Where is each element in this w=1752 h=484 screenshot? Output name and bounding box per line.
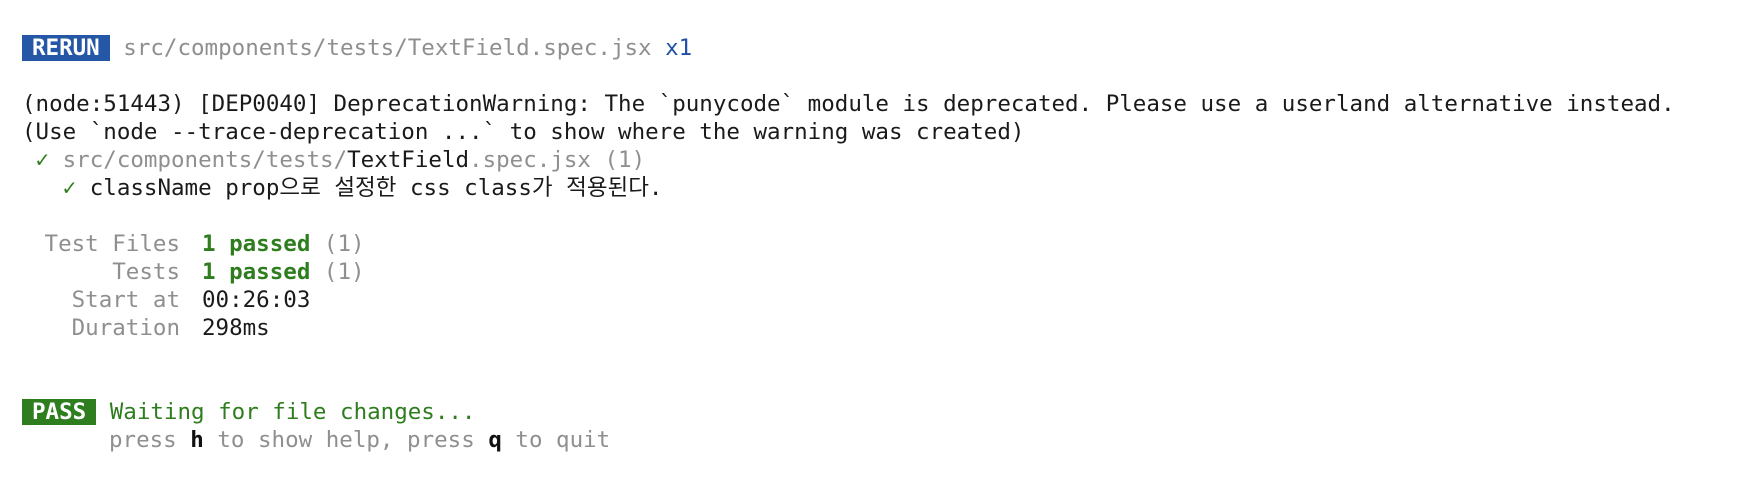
summary-value: 1 passed (1): [202, 230, 365, 258]
check-icon: ✓: [62, 175, 77, 201]
suite-file-name: TextField: [347, 147, 470, 173]
suite-file-ext: .spec.jsx: [469, 147, 591, 173]
quit-key-q: q: [488, 427, 502, 453]
passed-count: 1 passed: [202, 259, 311, 285]
summary-tests: Tests 1 passed (1): [22, 258, 1742, 286]
test-case-line: ✓ className prop으로 설정한 css class가 적용된다.: [22, 174, 1742, 202]
summary-duration: Duration 298ms: [22, 314, 1742, 342]
deprecation-warning-line: (node:51443) [DEP0040] DeprecationWarnin…: [22, 91, 1675, 117]
rerun-count: x1: [665, 35, 693, 61]
suite-path-dir: src/components/tests/: [62, 147, 348, 173]
rerun-line: RERUN src/components/tests/TextField.spe…: [22, 34, 1742, 62]
help-line: press h to show help, press q to quit: [22, 426, 1742, 454]
summary-label: Test Files: [44, 231, 180, 257]
summary-label: Start at: [71, 287, 180, 313]
start-time-value: 00:26:03: [202, 287, 311, 313]
rerun-file-path: src/components/tests/TextField.spec.jsx: [123, 35, 652, 61]
passed-count: 1 passed: [202, 231, 311, 257]
suite-test-count: (1): [604, 147, 646, 173]
terminal-output: RERUN src/components/tests/TextField.spe…: [22, 34, 1742, 454]
watch-message: Waiting for file changes...: [109, 399, 476, 425]
pass-badge: PASS: [22, 399, 97, 425]
suite-result-line: ✓ src/components/tests/TextField.spec.js…: [22, 146, 1742, 174]
total-count: (1): [323, 231, 365, 257]
total-count: (1): [323, 259, 365, 285]
summary-value: 1 passed (1): [202, 258, 365, 286]
check-icon: ✓: [35, 147, 50, 173]
help-text: to quit: [501, 427, 611, 453]
summary-start-at: Start at 00:26:03: [22, 286, 1742, 314]
summary-label: Duration: [71, 315, 180, 341]
test-case-name: className prop으로 설정한 css class가 적용된다.: [89, 175, 663, 201]
help-text: press: [109, 427, 191, 453]
deprecation-hint-line: (Use `node --trace-deprecation ...` to s…: [22, 119, 1025, 145]
summary-label: Tests: [112, 259, 180, 285]
status-line: PASS Waiting for file changes...: [22, 398, 1742, 426]
summary-test-files: Test Files 1 passed (1): [22, 230, 1742, 258]
duration-value: 298ms: [202, 315, 270, 341]
help-text: to show help, press: [203, 427, 489, 453]
help-key-h: h: [190, 427, 204, 453]
rerun-badge: RERUN: [22, 35, 110, 61]
